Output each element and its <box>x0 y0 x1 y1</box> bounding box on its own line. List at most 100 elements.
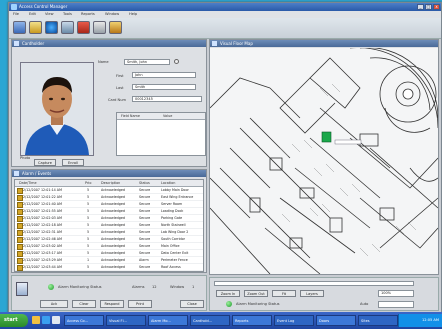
cardholder-photo <box>20 62 94 156</box>
clear-button[interactable]: Clear <box>72 300 96 308</box>
event-row[interactable]: 2/12/2007 12:02:18 AM 5 Acknowledged Secure… <box>15 222 203 229</box>
respond-button[interactable]: Respond <box>100 300 124 308</box>
menu-help[interactable]: Help <box>129 12 137 16</box>
quicklaunch-folder-icon[interactable] <box>32 316 40 324</box>
quicklaunch-desktop-icon[interactable] <box>52 316 60 324</box>
zoom-out-button[interactable]: Zoom Out <box>244 290 268 297</box>
first-name-field[interactable]: John <box>132 72 196 78</box>
taskbar-item[interactable]: Doors <box>316 315 356 326</box>
map-status-led <box>226 301 232 307</box>
events-status-led <box>48 284 54 290</box>
menu-view[interactable]: View <box>45 12 54 16</box>
menu-reports[interactable]: Reports <box>81 12 95 16</box>
menu-file[interactable]: File <box>13 12 19 16</box>
last-name-field[interactable]: Smith <box>132 84 196 90</box>
zoom-in-button[interactable]: Zoom In <box>216 290 240 297</box>
event-prio: 5 <box>87 265 90 269</box>
event-desc: Acknowledged <box>101 230 125 234</box>
cardholder-panel-title: Cardholder <box>12 40 206 47</box>
event-location: Main Office <box>161 244 180 248</box>
taskbar-item[interactable]: Access Co... <box>64 315 104 326</box>
fit-button[interactable]: Fit <box>272 290 296 297</box>
floorplan-panel-title: Visual Floor Map <box>210 40 438 47</box>
enroll-button[interactable]: Enroll <box>62 159 84 166</box>
event-status: Secure <box>139 251 151 255</box>
door-marker-icon[interactable] <box>321 131 332 143</box>
event-location: South Corridor <box>161 237 185 241</box>
layers-button[interactable]: Layers <box>300 290 324 297</box>
col-description: Description <box>101 181 121 185</box>
maximize-button[interactable]: □ <box>425 4 432 10</box>
event-time: 2/12/2007 12:02:46 AM <box>23 237 62 241</box>
taskbar-item[interactable]: Cardhold... <box>190 315 230 326</box>
event-row[interactable]: 2/12/2007 12:02:31 AM 5 Acknowledged Secure… <box>15 229 203 236</box>
event-row[interactable]: 2/12/2007 12:03:17 AM 5 Acknowledged Secure… <box>15 250 203 257</box>
event-row[interactable]: 2/12/2007 12:02:03 AM 5 Acknowledged Secure… <box>15 215 203 222</box>
print-button[interactable]: Print <box>128 300 152 308</box>
globe-icon[interactable] <box>45 21 58 34</box>
event-desc: Acknowledged <box>101 195 125 199</box>
events-icon <box>14 171 19 176</box>
name-label: Name <box>98 60 109 64</box>
name-field[interactable]: Smith, John <box>124 59 170 65</box>
event-prio: 5 <box>87 209 90 213</box>
events-status-text: Alarm Monitoring Status <box>58 285 102 289</box>
app-icon <box>11 4 17 10</box>
menu-window[interactable]: Window <box>105 12 119 16</box>
taskbar-item[interactable]: Visual Fl... <box>106 315 146 326</box>
taskbar-item[interactable]: Reports <box>232 315 272 326</box>
event-row[interactable]: 2/12/2007 12:01:22 AM 5 Acknowledged Secure… <box>15 194 203 201</box>
event-row[interactable]: 2/12/2007 12:01:55 AM 5 Acknowledged Secure… <box>15 208 203 215</box>
event-time: 2/12/2007 12:03:29 AM <box>23 258 62 262</box>
event-row[interactable]: 2/12/2007 12:03:44 AM 5 Acknowledged Secure… <box>15 264 203 271</box>
menu-edit[interactable]: Edit <box>29 12 36 16</box>
event-time: 2/12/2007 12:01:22 AM <box>23 195 62 199</box>
auto-label: Auto <box>360 302 369 306</box>
map-scroll-bar[interactable] <box>214 281 414 286</box>
ack-button[interactable]: Ack <box>40 300 68 308</box>
event-desc: Acknowledged <box>101 216 125 220</box>
events-grid[interactable]: Date/Time Prio Description Status Locati… <box>14 179 204 272</box>
custom-col-value: Value <box>163 114 173 118</box>
event-location: North Stairwell <box>161 223 186 227</box>
capture-button[interactable]: Capture <box>34 159 56 166</box>
event-status: Secure <box>139 202 151 206</box>
tools-icon[interactable] <box>61 21 74 34</box>
close-button[interactable]: x <box>433 4 440 10</box>
calendar-icon[interactable] <box>93 21 106 34</box>
minimize-button[interactable]: _ <box>417 4 424 10</box>
event-status: Secure <box>139 209 151 213</box>
event-row[interactable]: 2/12/2007 12:03:02 AM 5 Acknowledged Secure… <box>15 243 203 250</box>
start-button[interactable]: start <box>0 314 28 327</box>
event-row[interactable]: 2/12/2007 12:02:46 AM 5 Acknowledged Secure… <box>15 236 203 243</box>
taskbar-item[interactable]: Sites <box>358 315 398 326</box>
menu-tools[interactable]: Tools <box>63 12 72 16</box>
quicklaunch-browser-icon[interactable] <box>42 316 50 324</box>
toolbar <box>9 18 441 39</box>
event-row[interactable]: 2/12/2007 12:01:14 AM 5 Acknowledged Secure… <box>15 187 203 194</box>
events-close-button[interactable]: Close <box>180 300 204 308</box>
door-icon[interactable] <box>29 21 42 34</box>
person-photo-image <box>21 63 93 155</box>
system-tray: 12:05 AM <box>398 314 442 327</box>
floor-plan-map[interactable] <box>210 48 438 274</box>
taskbar-item[interactable]: Event Log <box>274 315 314 326</box>
custom-col-field: Field Name <box>121 114 140 118</box>
taskbar-item[interactable]: Alarm Mo... <box>148 315 188 326</box>
users-icon[interactable] <box>13 21 26 34</box>
zoom-field[interactable]: 100% <box>378 290 414 297</box>
speaker-icon[interactable] <box>16 282 28 296</box>
auto-dropdown[interactable] <box>378 301 414 308</box>
active-radio[interactable] <box>174 59 179 64</box>
event-status: Secure <box>139 223 151 227</box>
card-number-field[interactable]: 00012345 <box>132 96 202 102</box>
camera-icon[interactable] <box>109 21 122 34</box>
custom-fields-grid[interactable]: Field Name Value <box>116 112 206 156</box>
event-prio: 5 <box>87 216 90 220</box>
event-desc: Acknowledged <box>101 188 125 192</box>
report-icon[interactable] <box>77 21 90 34</box>
event-row[interactable]: 2/12/2007 12:01:40 AM 5 Acknowledged Secure… <box>15 201 203 208</box>
event-row[interactable]: 2/12/2007 12:03:29 AM 1 Acknowledged Alarm P… <box>15 257 203 264</box>
event-time: 2/12/2007 12:02:31 AM <box>23 230 62 234</box>
cardholder-panel: Cardholder Photo Capture Enroll Name Smi… <box>11 39 207 167</box>
